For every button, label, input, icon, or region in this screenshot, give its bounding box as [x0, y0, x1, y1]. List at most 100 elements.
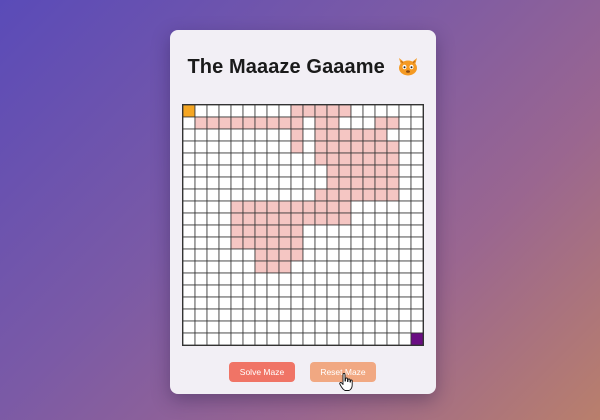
- maze-cell[interactable]: [266, 332, 280, 345]
- maze-cell[interactable]: [194, 224, 208, 238]
- maze-cell[interactable]: [410, 272, 423, 286]
- maze-path-cell[interactable]: [338, 188, 352, 202]
- maze-cell[interactable]: [374, 200, 388, 214]
- maze-cell[interactable]: [398, 164, 412, 178]
- maze-path-cell[interactable]: [230, 200, 244, 214]
- maze-cell[interactable]: [194, 188, 208, 202]
- maze-path-cell[interactable]: [290, 200, 304, 214]
- maze-cell[interactable]: [278, 272, 292, 286]
- maze-cell[interactable]: [218, 128, 232, 142]
- maze-cell[interactable]: [386, 320, 400, 334]
- maze-cell[interactable]: [362, 296, 376, 310]
- maze-path-cell[interactable]: [242, 116, 256, 130]
- maze-cell[interactable]: [362, 272, 376, 286]
- maze-cell[interactable]: [278, 176, 292, 190]
- maze-cell[interactable]: [314, 320, 328, 334]
- maze-cell[interactable]: [302, 284, 316, 298]
- maze-path-cell[interactable]: [326, 152, 340, 166]
- maze-cell[interactable]: [206, 212, 220, 226]
- maze-path-cell[interactable]: [302, 105, 316, 118]
- maze-cell[interactable]: [218, 176, 232, 190]
- maze-cell[interactable]: [374, 320, 388, 334]
- maze-cell[interactable]: [410, 105, 423, 118]
- maze-cell[interactable]: [194, 320, 208, 334]
- maze-cell[interactable]: [302, 260, 316, 274]
- maze-cell[interactable]: [410, 308, 423, 322]
- maze-path-cell[interactable]: [266, 224, 280, 238]
- maze-cell[interactable]: [218, 284, 232, 298]
- maze-path-cell[interactable]: [266, 248, 280, 262]
- maze-cell[interactable]: [194, 212, 208, 226]
- maze-cell[interactable]: [398, 320, 412, 334]
- maze-cell[interactable]: [278, 164, 292, 178]
- maze-cell[interactable]: [314, 284, 328, 298]
- maze-cell[interactable]: [254, 128, 268, 142]
- maze-cell[interactable]: [230, 140, 244, 154]
- maze-cell[interactable]: [254, 272, 268, 286]
- maze-cell[interactable]: [183, 296, 196, 310]
- maze-cell[interactable]: [230, 164, 244, 178]
- maze-path-cell[interactable]: [314, 128, 328, 142]
- maze-cell[interactable]: [350, 224, 364, 238]
- maze-cell[interactable]: [410, 176, 423, 190]
- maze-cell[interactable]: [218, 105, 232, 118]
- maze-cell[interactable]: [326, 332, 340, 345]
- maze-path-cell[interactable]: [326, 200, 340, 214]
- maze-cell[interactable]: [206, 308, 220, 322]
- maze-cell[interactable]: [350, 320, 364, 334]
- maze-path-cell[interactable]: [254, 116, 268, 130]
- maze-cell[interactable]: [398, 188, 412, 202]
- maze-cell[interactable]: [326, 224, 340, 238]
- maze-path-cell[interactable]: [278, 248, 292, 262]
- maze-path-cell[interactable]: [350, 128, 364, 142]
- maze-cell[interactable]: [362, 236, 376, 250]
- maze-path-cell[interactable]: [350, 188, 364, 202]
- maze-cell[interactable]: [338, 284, 352, 298]
- maze-cell[interactable]: [374, 308, 388, 322]
- maze-cell[interactable]: [386, 296, 400, 310]
- maze-cell[interactable]: [314, 224, 328, 238]
- maze-cell[interactable]: [302, 296, 316, 310]
- maze-path-cell[interactable]: [350, 164, 364, 178]
- maze-cell[interactable]: [290, 152, 304, 166]
- maze-path-cell[interactable]: [338, 105, 352, 118]
- maze-cell[interactable]: [410, 260, 423, 274]
- maze-cell[interactable]: [230, 296, 244, 310]
- maze-path-cell[interactable]: [254, 212, 268, 226]
- maze-path-cell[interactable]: [374, 164, 388, 178]
- maze-path-cell[interactable]: [338, 140, 352, 154]
- maze-cell[interactable]: [230, 332, 244, 345]
- maze-cell[interactable]: [254, 152, 268, 166]
- maze-cell[interactable]: [206, 296, 220, 310]
- maze-canvas[interactable]: [183, 105, 423, 345]
- maze-cell[interactable]: [242, 140, 256, 154]
- maze-cell[interactable]: [183, 200, 196, 214]
- maze-path-cell[interactable]: [386, 116, 400, 130]
- maze-cell[interactable]: [398, 140, 412, 154]
- maze-path-cell[interactable]: [362, 164, 376, 178]
- maze-cell[interactable]: [326, 296, 340, 310]
- maze-cell[interactable]: [183, 176, 196, 190]
- maze-cell[interactable]: [194, 105, 208, 118]
- maze-cell[interactable]: [350, 308, 364, 322]
- maze-path-cell[interactable]: [374, 188, 388, 202]
- maze-path-cell[interactable]: [278, 200, 292, 214]
- maze-cell[interactable]: [362, 212, 376, 226]
- maze-cell[interactable]: [230, 308, 244, 322]
- maze-cell[interactable]: [302, 308, 316, 322]
- maze-path-cell[interactable]: [194, 116, 208, 130]
- maze-cell[interactable]: [362, 308, 376, 322]
- maze-cell[interactable]: [278, 140, 292, 154]
- maze-cell[interactable]: [206, 152, 220, 166]
- maze-cell[interactable]: [290, 308, 304, 322]
- maze-cell[interactable]: [242, 152, 256, 166]
- maze-cell[interactable]: [314, 176, 328, 190]
- maze-cell[interactable]: [314, 308, 328, 322]
- maze-cell[interactable]: [386, 260, 400, 274]
- maze-path-cell[interactable]: [350, 176, 364, 190]
- maze-path-cell[interactable]: [326, 176, 340, 190]
- maze-cell[interactable]: [290, 296, 304, 310]
- maze-cell[interactable]: [362, 284, 376, 298]
- maze-cell[interactable]: [398, 176, 412, 190]
- maze-cell[interactable]: [230, 105, 244, 118]
